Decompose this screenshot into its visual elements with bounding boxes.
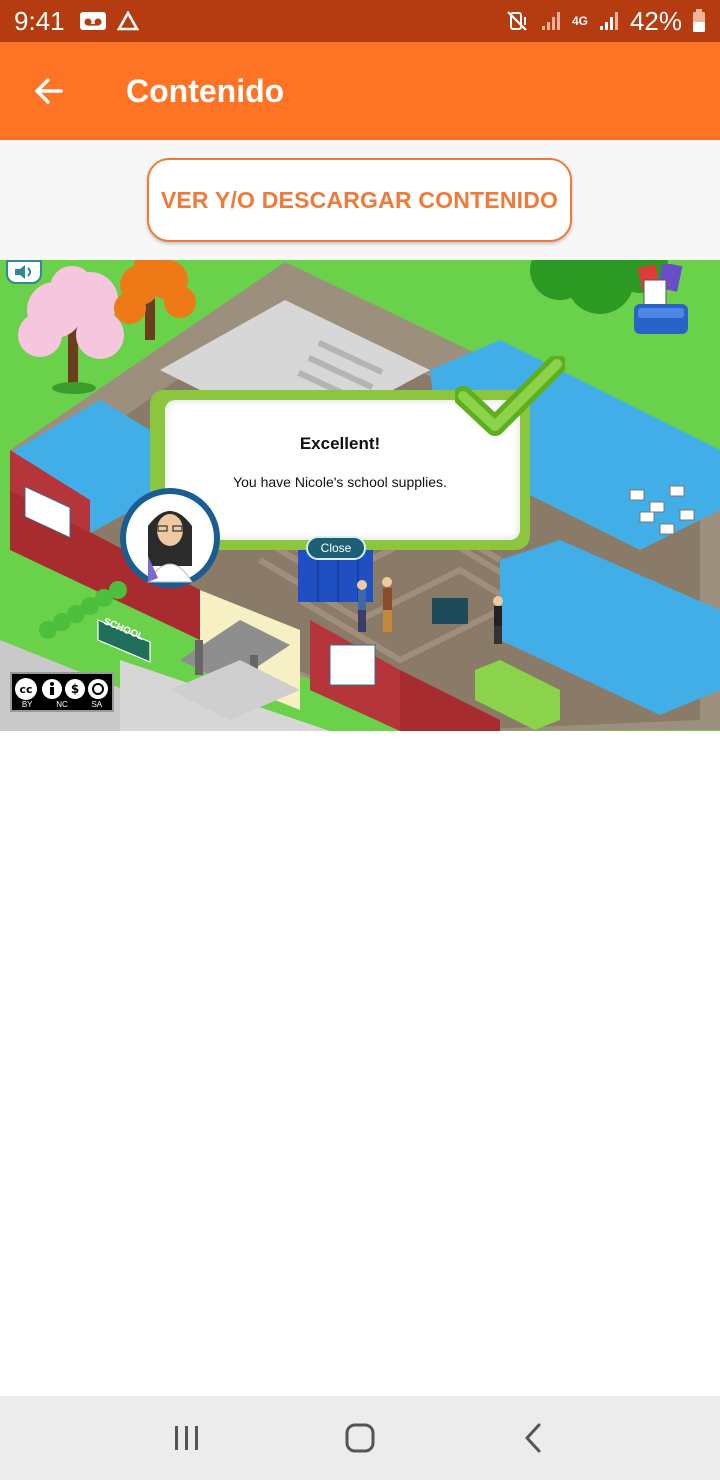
system-nav-bar — [0, 1396, 720, 1480]
dialog-close-button[interactable]: Close — [306, 536, 366, 560]
status-bar: 9:41 4G 42% — [0, 0, 720, 42]
drive-icon — [116, 11, 139, 31]
content-header: VER Y/O DESCARGAR CONTENIDO — [0, 140, 720, 260]
signal-icon — [541, 12, 560, 30]
battery-percent: 42% — [629, 5, 682, 36]
status-right: 4G 42% — [506, 6, 706, 37]
checkmark-icon — [455, 356, 565, 436]
back-button[interactable] — [0, 42, 98, 140]
speaker-icon — [15, 265, 31, 279]
nav-back-button[interactable] — [493, 1396, 573, 1480]
dialog-title: Excellent! — [299, 434, 381, 453]
screen: 9:41 4G 42% Contenido VER Y/O DESCARGAR … — [0, 0, 720, 1480]
cc-license-icons: cc $ — [15, 678, 108, 700]
signal-icon — [599, 12, 618, 30]
page-title: Contenido — [126, 72, 285, 109]
license-by: BY — [21, 700, 33, 709]
battery-icon — [693, 9, 705, 32]
sound-toggle-button[interactable] — [6, 260, 42, 284]
view-download-content-button[interactable]: VER Y/O DESCARGAR CONTENIDO — [147, 158, 572, 242]
mute-icon — [507, 11, 527, 31]
home-button[interactable] — [320, 1396, 400, 1480]
status-left-icons — [79, 11, 139, 31]
license-sa: SA — [91, 700, 103, 709]
back-icon — [525, 1423, 541, 1453]
recents-button[interactable] — [147, 1396, 227, 1480]
network-4g-icon: 4G — [571, 14, 588, 28]
svg-text:cc: cc — [19, 683, 32, 696]
license-nc: NC — [56, 700, 68, 709]
svg-text:$: $ — [71, 682, 79, 696]
cc-license-labels: BY NC SA — [10, 700, 114, 709]
status-time: 9:41 — [14, 5, 65, 36]
game-frame[interactable]: Excellent! You have Nicole's school supp… — [0, 260, 720, 731]
school-supplies-icon[interactable] — [632, 262, 690, 336]
avatar — [120, 488, 220, 588]
arrow-left-icon — [35, 78, 63, 104]
home-icon — [345, 1423, 375, 1453]
app-bar: Contenido — [0, 42, 720, 140]
voicemail-icon — [79, 12, 106, 30]
recents-icon — [174, 1426, 198, 1450]
